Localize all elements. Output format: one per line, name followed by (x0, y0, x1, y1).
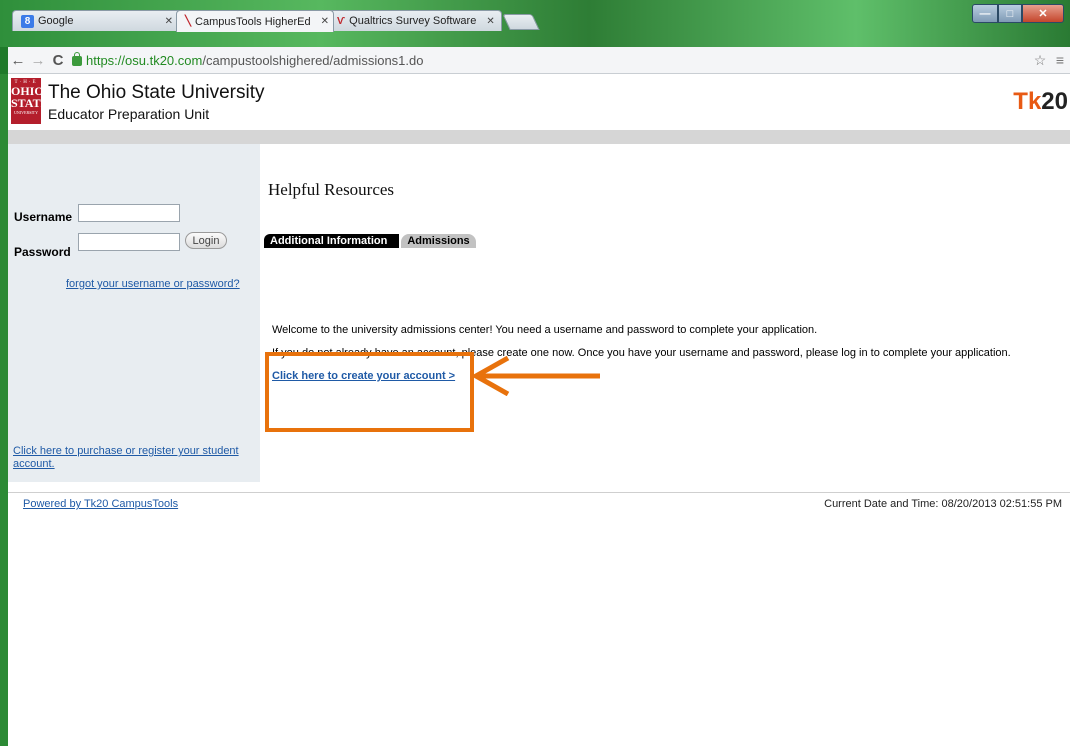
header-divider-bar (8, 130, 1070, 144)
qualtrics-icon: Ѵ (337, 15, 346, 27)
reload-icon[interactable]: C (48, 52, 68, 69)
bookmark-star-icon[interactable]: ☆ (1030, 52, 1050, 69)
unit-name: Educator Preparation Unit (48, 106, 210, 122)
site-header: T·H·E OHIO STATE UNIVERSITY The Ohio Sta… (8, 74, 1070, 130)
password-input[interactable] (78, 233, 180, 251)
username-label: Username (14, 210, 73, 224)
tab-additional-information[interactable]: Additional Information (264, 234, 400, 248)
lock-icon (72, 52, 82, 66)
browser-toolbar: ← → C https://osu.tk20.com/campustoolshi… (8, 47, 1070, 74)
content-tab-bar: Additional Information Admissions (264, 234, 476, 248)
google-icon: 8 (21, 14, 34, 28)
page-title: Helpful Resources (268, 180, 395, 199)
login-button[interactable]: Login (185, 232, 227, 249)
current-datetime: Current Date and Time: 08/20/2013 02:51:… (824, 498, 1062, 510)
forgot-credentials-link[interactable]: forgot your username or password? (66, 278, 240, 290)
campustools-icon: ╲ (185, 16, 192, 27)
browser-tab-campustools[interactable]: ╲ CampusTools HigherEd ✕ (176, 10, 334, 32)
login-sidebar: Username Password Login forgot your user… (8, 144, 260, 482)
minimize-button[interactable]: — (972, 4, 998, 23)
address-bar[interactable]: https://osu.tk20.com/campustoolshighered… (72, 52, 1030, 68)
tk20-logo: Tk20 (1013, 88, 1068, 115)
window-close-button[interactable]: ✕ (1022, 4, 1064, 23)
close-icon[interactable]: ✕ (321, 16, 329, 27)
tab-admissions[interactable]: Admissions (401, 234, 476, 248)
footer-divider (8, 492, 1070, 493)
osu-logo: T·H·E OHIO STATE UNIVERSITY (11, 78, 49, 124)
close-icon[interactable]: ✕ (486, 16, 494, 27)
browser-tab-google[interactable]: 8 Google ✕ (12, 10, 182, 31)
web-page: T·H·E OHIO STATE UNIVERSITY The Ohio Sta… (8, 74, 1070, 746)
annotation-arrow-icon (470, 356, 600, 396)
powered-by-link[interactable]: Powered by Tk20 CampusTools (23, 498, 178, 510)
browser-tab-qualtrics[interactable]: Ѵ Qualtrics Survey Software ✕ (328, 10, 502, 31)
forward-icon[interactable]: → (28, 52, 48, 69)
username-input[interactable] (78, 204, 180, 222)
menu-icon[interactable]: ≡ (1050, 52, 1070, 68)
window-controls: — □ ✕ (972, 4, 1064, 23)
university-name: The Ohio State University (48, 82, 265, 103)
desktop-edge (0, 74, 8, 746)
back-icon[interactable]: ← (8, 52, 28, 69)
browser-tab-strip: 8 Google ✕ ╲ CampusTools HigherEd ✕ Ѵ Qu… (12, 10, 540, 32)
maximize-button[interactable]: □ (998, 4, 1022, 23)
welcome-text: Welcome to the university admissions cen… (272, 324, 818, 336)
new-tab-button[interactable] (502, 14, 540, 30)
close-icon[interactable]: ✕ (165, 16, 173, 27)
purchase-register-link[interactable]: Click here to purchase or register your … (13, 444, 239, 470)
annotation-highlight-box (265, 352, 474, 432)
password-label: Password (14, 245, 71, 259)
browser-titlebar: 8 Google ✕ ╲ CampusTools HigherEd ✕ Ѵ Qu… (0, 0, 1070, 47)
